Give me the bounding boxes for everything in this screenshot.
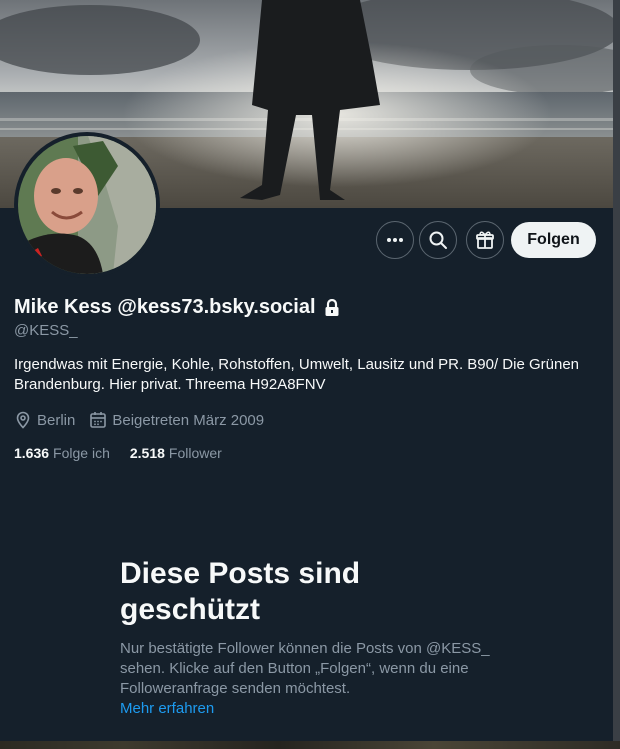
following-link[interactable]: 1.636 Folge ich — [14, 445, 110, 461]
window-edge — [613, 0, 620, 749]
profile-handle: @KESS_ — [14, 322, 78, 339]
location-text: Berlin — [37, 411, 76, 429]
following-count: 1.636 — [14, 445, 50, 461]
profile-bio: Irgendwas mit Energie, Kohle, Rohstoffen… — [14, 356, 580, 393]
gift-icon — [476, 231, 494, 249]
joined-item: Beigetreten März 2009 — [89, 411, 264, 429]
followers-label: Follower — [168, 445, 222, 461]
profile-name: Mike Kess @kess73.bsky.social — [14, 296, 316, 318]
followers-count: 2.518 — [129, 445, 165, 461]
more-icon — [387, 238, 403, 242]
lock-icon — [325, 298, 339, 316]
location-icon — [16, 411, 30, 429]
follow-button[interactable]: Folgen — [511, 222, 596, 258]
followers-link[interactable]: 2.518 Follower — [130, 445, 222, 461]
profile-meta: Berlin Beigetreten März 2009 — [14, 411, 264, 429]
profile-page: Folgen Mike Kess @kess73.bsky.social @KE… — [0, 0, 613, 749]
search-icon — [429, 231, 447, 249]
more-button[interactable] — [376, 221, 414, 259]
calendar-icon — [90, 412, 107, 428]
learn-more-link[interactable]: Mehr erfahren — [120, 700, 214, 717]
following-label: Folge ich — [53, 445, 110, 461]
search-button[interactable] — [419, 221, 457, 259]
profile-stats: 1.636 Folge ich 2.518 Follower — [14, 445, 222, 461]
protected-text: Nur bestätigte Follower können die Posts… — [120, 640, 490, 697]
location-item: Berlin — [14, 411, 75, 429]
protected-title: Diese Posts sind geschützt — [120, 557, 361, 626]
profile-name-row: Mike Kess @kess73.bsky.social — [14, 296, 340, 319]
joined-text: Beigetreten März 2009 — [112, 411, 265, 429]
subscribe-button[interactable] — [466, 221, 504, 259]
avatar[interactable] — [14, 132, 160, 278]
window-bottom-edge — [0, 741, 620, 749]
